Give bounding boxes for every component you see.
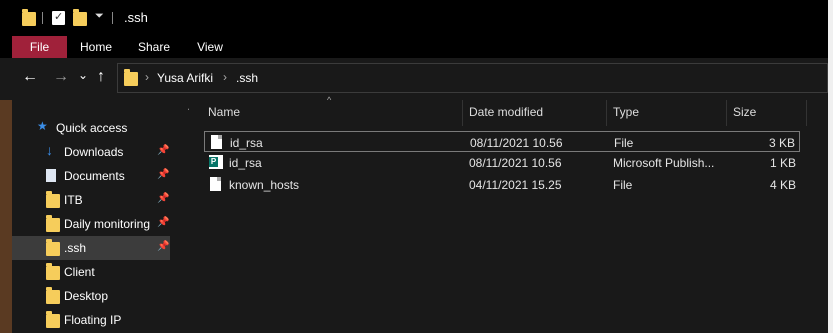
pin-icon[interactable]: 📌 [157,169,169,180]
tab-view[interactable]: View [188,36,232,58]
download-arrow-icon: ↓ [46,142,53,158]
breadcrumb-separator-icon[interactable]: › [223,70,227,84]
folder-icon [46,239,60,256]
sidebar-item-downloads[interactable]: ↓ Downloads 📌 [12,140,170,164]
publisher-icon: P [209,155,223,169]
column-header-size[interactable]: Size [733,105,756,119]
folder-icon [22,9,36,26]
documents-icon [46,169,56,182]
pin-icon[interactable]: 📌 [157,217,169,228]
window-title: .ssh [124,10,148,25]
file-row[interactable]: known_hosts 04/11/2021 15.25 File 4 KB [204,174,800,195]
sidebar-item-label: Client [64,265,95,279]
sidebar-item-label: .ssh [64,241,87,255]
file-size: 3 KB [768,136,795,150]
file-list: ^ Name Date modified Type Size id_rsa 08… [189,95,828,333]
column-divider[interactable] [726,100,727,126]
back-arrow-icon[interactable]: ← [22,68,38,86]
sidebar-item-client[interactable]: Client [12,260,170,284]
file-date: 08/11/2021 10.56 [470,136,563,150]
recent-locations-icon[interactable]: ⌄ [78,66,88,84]
file-row[interactable]: P id_rsa 08/11/2021 10.56 Microsoft Publ… [204,152,800,173]
column-divider[interactable] [606,100,607,126]
background-edge [0,100,12,333]
sidebar-item-label: Downloads [64,145,124,159]
file-size: 1 KB [769,156,796,170]
sidebar-item-documents[interactable]: Documents 📌 [12,164,170,188]
tab-share[interactable]: Share [132,36,176,58]
file-explorer-window: ✓ ⏷ .ssh File Home Share View ← → ⌄ ↑ › … [0,0,833,333]
sidebar-item-desktop[interactable]: Desktop [12,284,170,308]
sidebar-item-label: Quick access [56,121,128,135]
ribbon-tabs: File Home Share View [0,36,828,58]
separator [42,12,43,24]
sidebar-item-label: Floating IP [64,313,122,327]
column-divider[interactable] [462,100,463,126]
pin-icon[interactable]: 📌 [157,241,169,252]
column-header-date-modified[interactable]: Date modified [469,105,543,119]
new-folder-icon[interactable] [73,9,87,26]
up-arrow-icon[interactable]: ↑ [97,68,105,86]
folder-icon [46,191,60,208]
folder-icon [46,287,60,304]
sidebar-item-ssh[interactable]: .ssh 📌 [12,236,170,260]
sidebar-item-daily-monitoring[interactable]: Daily monitoring 📌 [12,212,170,236]
folder-icon [46,263,60,280]
breadcrumb-ssh[interactable]: .ssh [236,71,258,85]
column-divider[interactable] [806,100,807,126]
forward-arrow-icon[interactable]: → [53,68,69,86]
sidebar-item-label: ITB [64,193,83,207]
file-size: 4 KB [769,178,796,192]
folder-icon [124,69,138,86]
background-edge [828,0,833,333]
separator [112,12,113,24]
sidebar-item-quick-access[interactable]: ★ Quick access [12,116,170,140]
tab-file[interactable]: File [12,36,67,58]
dropdown-icon[interactable]: ⏷ [95,10,104,23]
address-bar[interactable]: › Yusa Arifki › .ssh [117,63,828,93]
pin-icon[interactable]: 📌 [157,145,169,156]
sidebar-item-label: Documents [64,169,125,183]
navigation-pane: ▲ ★ Quick access ↓ Downloads 📌 Documents… [12,98,196,333]
column-header-name[interactable]: Name [208,105,240,119]
sidebar-item-itb[interactable]: ITB 📌 [12,188,170,212]
navigation-bar: ← → ⌄ ↑ › Yusa Arifki › .ssh [0,58,828,98]
file-row[interactable]: id_rsa 08/11/2021 10.56 File 3 KB [204,131,800,152]
star-icon: ★ [37,119,48,133]
sidebar-item-floating-ip[interactable]: Floating IP [12,308,170,332]
breadcrumb-yusa-arifki[interactable]: Yusa Arifki [157,71,213,85]
sidebar-item-label: Daily monitoring [64,217,151,231]
pin-icon[interactable]: 📌 [157,193,169,204]
file-icon [210,177,221,191]
file-type: File [614,136,634,150]
file-icon [211,135,222,149]
tab-home[interactable]: Home [74,36,118,58]
file-date: 08/11/2021 10.56 [469,156,562,170]
sidebar-item-label: Desktop [64,289,109,303]
breadcrumb-separator-icon[interactable]: › [145,70,149,84]
file-name: id_rsa [229,156,262,170]
properties-icon[interactable]: ✓ [52,11,65,25]
file-type: File [613,178,633,192]
folder-icon [46,215,60,232]
column-header-type[interactable]: Type [613,105,639,119]
file-type: Microsoft Publish... [613,156,715,170]
file-name: known_hosts [229,178,300,192]
file-name: id_rsa [230,136,263,150]
folder-icon [46,311,60,328]
sort-ascending-icon: ^ [327,95,332,105]
title-bar: ✓ ⏷ .ssh [0,0,828,36]
file-date: 04/11/2021 15.25 [469,178,562,192]
